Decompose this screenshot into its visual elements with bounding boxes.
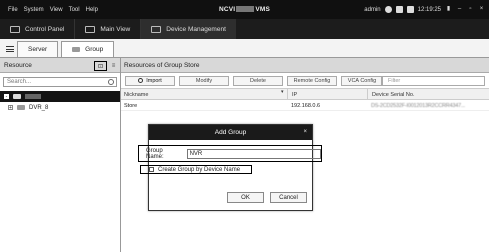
close-icon[interactable]: × xyxy=(478,6,485,13)
expand-icon[interactable]: - xyxy=(4,94,9,100)
dialog-header: Add Group × xyxy=(149,125,312,140)
main-view-icon xyxy=(85,25,96,33)
group-panel-header: Resources of Group Store xyxy=(121,58,489,73)
sub-tab-bar: Server Group xyxy=(0,39,489,58)
resource-panel-header: Resource ⊡ ≡ xyxy=(0,58,120,73)
tree-item-group[interactable]: - xyxy=(0,91,120,102)
group-name-input[interactable]: NVR xyxy=(186,148,321,159)
table-row[interactable]: Store 192.168.0.6 DS-2CD2532F-I0012013R2… xyxy=(121,100,489,111)
import-icon xyxy=(138,78,144,83)
group-name-label: Group Name: xyxy=(146,147,164,160)
menu-view[interactable]: View xyxy=(50,7,63,13)
group-icon xyxy=(13,94,21,99)
tree-item-label: DVR_8 xyxy=(29,104,49,111)
group-icon xyxy=(72,47,81,52)
tab-group[interactable]: Group xyxy=(61,41,115,57)
redacted-label xyxy=(25,94,41,99)
menu-help[interactable]: Help xyxy=(86,7,98,13)
row-ip: 192.168.0.6 xyxy=(291,102,321,109)
window-menu-icon[interactable]: ▮ xyxy=(445,6,452,13)
help-icon[interactable] xyxy=(384,6,392,13)
row-serial: DS-2CD2532F-I0012013R2CCRR4347... xyxy=(371,102,465,109)
tab-server[interactable]: Server xyxy=(17,41,59,57)
menu-file[interactable]: File xyxy=(8,7,18,13)
add-group-icon: ⊡ xyxy=(97,63,104,70)
search-icon[interactable] xyxy=(108,79,114,85)
tab-control-panel[interactable]: Control Panel xyxy=(0,19,76,39)
device-icon xyxy=(17,105,25,110)
column-nickname[interactable]: Nickname xyxy=(124,89,148,100)
resource-panel-title: Resource xyxy=(4,61,32,69)
dialog-body: Group Name: NVR Create Group by Device N… xyxy=(138,140,322,212)
clock: 12:19:25 xyxy=(417,6,441,13)
user-name[interactable]: admin xyxy=(364,7,380,13)
lock-icon[interactable] xyxy=(395,6,403,13)
tab-main-view-label: Main View xyxy=(100,25,131,33)
import-label: Import xyxy=(146,77,162,84)
column-serial[interactable]: Device Serial No. xyxy=(367,89,415,100)
collapse-icon[interactable]: ≡ xyxy=(110,63,117,70)
cancel-button[interactable]: Cancel xyxy=(270,192,307,203)
tab-device-management[interactable]: Device Management xyxy=(141,19,236,39)
search-placeholder: Search... xyxy=(7,79,32,85)
group-panel-title: Resources of Group Store xyxy=(124,61,200,69)
group-name-row: Group Name: NVR xyxy=(138,145,322,162)
search-input[interactable]: Search... xyxy=(3,77,117,87)
delete-button[interactable]: Delete xyxy=(233,75,283,86)
close-icon[interactable]: × xyxy=(303,129,307,135)
redacted-logo xyxy=(236,6,255,13)
app-title-prefix: NCVI xyxy=(218,6,236,13)
filter-placeholder: Filter xyxy=(388,78,401,84)
tab-server-label: Server xyxy=(28,46,48,53)
device-management-icon xyxy=(151,25,162,33)
menu-tool[interactable]: Tool xyxy=(69,7,80,13)
sort-down-icon[interactable]: ▾ xyxy=(281,89,284,95)
resource-panel: Resource ⊡ ≡ Search... - + DVR_8 xyxy=(0,58,121,252)
vca-config-button[interactable]: VCA Config xyxy=(341,75,383,86)
tab-group-label: Group xyxy=(85,46,104,53)
table-header: Nickname ▾ IP Device Serial No. xyxy=(121,89,489,100)
menu-bar: File System View Tool Help NCVI VMS admin… xyxy=(0,0,489,19)
menu-system[interactable]: System xyxy=(24,7,44,13)
dialog-title: Add Group xyxy=(214,129,247,136)
modify-button[interactable]: Modify xyxy=(179,75,229,86)
tab-device-management-label: Device Management xyxy=(166,25,226,33)
control-panel-icon xyxy=(10,25,20,33)
column-ip[interactable]: IP xyxy=(287,89,297,100)
hamburger-icon[interactable] xyxy=(6,46,14,52)
add-group-button[interactable]: ⊡ xyxy=(94,61,107,71)
tab-main-view[interactable]: Main View xyxy=(75,19,142,39)
menu-list: File System View Tool Help xyxy=(0,7,98,13)
add-group-dialog: Add Group × Group Name: NVR Create Group… xyxy=(138,124,322,212)
app-title-suffix: VMS xyxy=(255,6,271,13)
remote-config-button[interactable]: Remote Config xyxy=(287,75,337,86)
expand-icon[interactable]: + xyxy=(8,105,13,111)
row-nickname: Store xyxy=(124,102,138,109)
create-by-device-label: Create Group by Device Name xyxy=(158,166,241,173)
calendar-icon[interactable] xyxy=(406,6,414,13)
import-button[interactable]: Import xyxy=(125,75,175,86)
create-by-device-checkbox[interactable] xyxy=(149,167,154,172)
tab-control-panel-label: Control Panel xyxy=(25,25,65,33)
maximize-icon[interactable]: ▫ xyxy=(467,6,474,13)
minimize-icon[interactable]: – xyxy=(456,6,463,13)
ok-button[interactable]: OK xyxy=(227,192,264,203)
menu-right: admin 12:19:25 ▮ – ▫ × xyxy=(364,6,485,13)
module-tab-bar: Control Panel Main View Device Managemen… xyxy=(0,19,489,39)
tree-item-dvr[interactable]: + DVR_8 xyxy=(0,102,120,113)
resource-header-buttons: ⊡ ≡ xyxy=(94,61,117,71)
filter-input[interactable]: Filter xyxy=(381,76,485,86)
dialog-buttons: OK Cancel xyxy=(227,192,307,203)
create-by-device-row[interactable]: Create Group by Device Name xyxy=(140,165,252,174)
